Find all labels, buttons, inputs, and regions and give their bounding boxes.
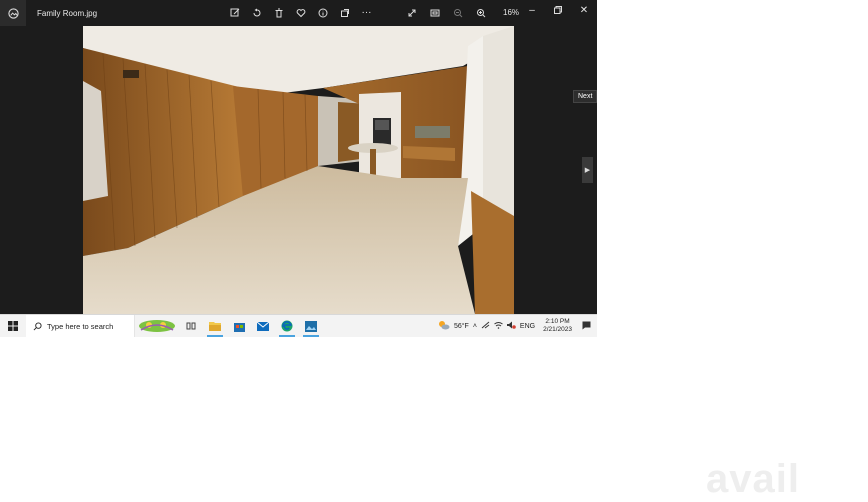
photos-app-icon[interactable] xyxy=(0,0,26,26)
close-icon[interactable]: ✕ xyxy=(571,0,597,20)
search-highlight-icon[interactable] xyxy=(135,315,179,337)
volume-icon[interactable] xyxy=(506,321,516,331)
taskbar-clock[interactable]: 2:10 PM 2/21/2023 xyxy=(543,318,572,334)
zoom-level: 16% xyxy=(503,8,520,17)
weather-icon[interactable] xyxy=(438,320,450,332)
zoom-out-icon[interactable] xyxy=(449,4,466,21)
taskbar: Type here to search 56°F ˄ ENG 2:10 PM 2… xyxy=(0,314,597,337)
next-arrow-icon[interactable]: ▶ xyxy=(582,157,593,183)
taskbar-search[interactable]: Type here to search xyxy=(26,315,135,337)
clock-time: 2:10 PM xyxy=(545,318,570,325)
fit-to-window-icon[interactable] xyxy=(426,4,443,21)
chevron-up-icon[interactable]: ˄ xyxy=(473,323,477,330)
wifi-icon[interactable] xyxy=(494,321,503,331)
network-icon[interactable] xyxy=(481,321,490,331)
task-view-icon[interactable] xyxy=(179,315,203,337)
mail-icon[interactable] xyxy=(251,315,275,337)
room-photo xyxy=(83,26,514,314)
delete-icon[interactable] xyxy=(270,4,287,21)
clock-date: 2/21/2023 xyxy=(543,326,572,333)
restore-icon[interactable] xyxy=(545,0,571,20)
watermark-text: avail xyxy=(706,456,800,501)
expand-icon[interactable] xyxy=(403,4,420,21)
window-controls: – ✕ xyxy=(519,0,597,20)
search-placeholder: Type here to search xyxy=(47,321,114,331)
info-icon[interactable] xyxy=(314,4,331,21)
weather-temperature[interactable]: 56°F xyxy=(454,323,469,330)
next-tooltip: Next xyxy=(573,90,598,103)
add-to-album-icon[interactable] xyxy=(336,4,353,21)
file-explorer-icon[interactable] xyxy=(203,315,227,337)
toolbar: ··· xyxy=(226,4,375,21)
edge-icon[interactable] xyxy=(275,315,299,337)
edit-icon[interactable] xyxy=(226,4,243,21)
rotate-icon[interactable] xyxy=(248,4,265,21)
zoom-controls: 16% xyxy=(403,4,519,21)
search-icon xyxy=(33,321,42,330)
language-indicator[interactable]: ENG xyxy=(520,323,535,330)
zoom-in-icon[interactable] xyxy=(472,4,489,21)
pinned-apps xyxy=(179,315,323,337)
avail-watermark: avail xyxy=(706,456,868,501)
favorite-icon[interactable] xyxy=(292,4,309,21)
photos-taskbar-icon[interactable] xyxy=(299,315,323,337)
minimize-icon[interactable]: – xyxy=(519,0,545,20)
more-icon[interactable]: ··· xyxy=(358,4,375,21)
photo-viewer-window: Family Room.jpg ··· 16% – ✕ Next ▶ xyxy=(0,0,598,314)
windows-start-icon[interactable] xyxy=(0,315,26,337)
store-icon[interactable] xyxy=(227,315,251,337)
window-title: Family Room.jpg xyxy=(37,8,98,18)
notification-icon[interactable] xyxy=(582,321,591,332)
system-tray: 56°F ˄ ENG 2:10 PM 2/21/2023 xyxy=(438,315,597,337)
